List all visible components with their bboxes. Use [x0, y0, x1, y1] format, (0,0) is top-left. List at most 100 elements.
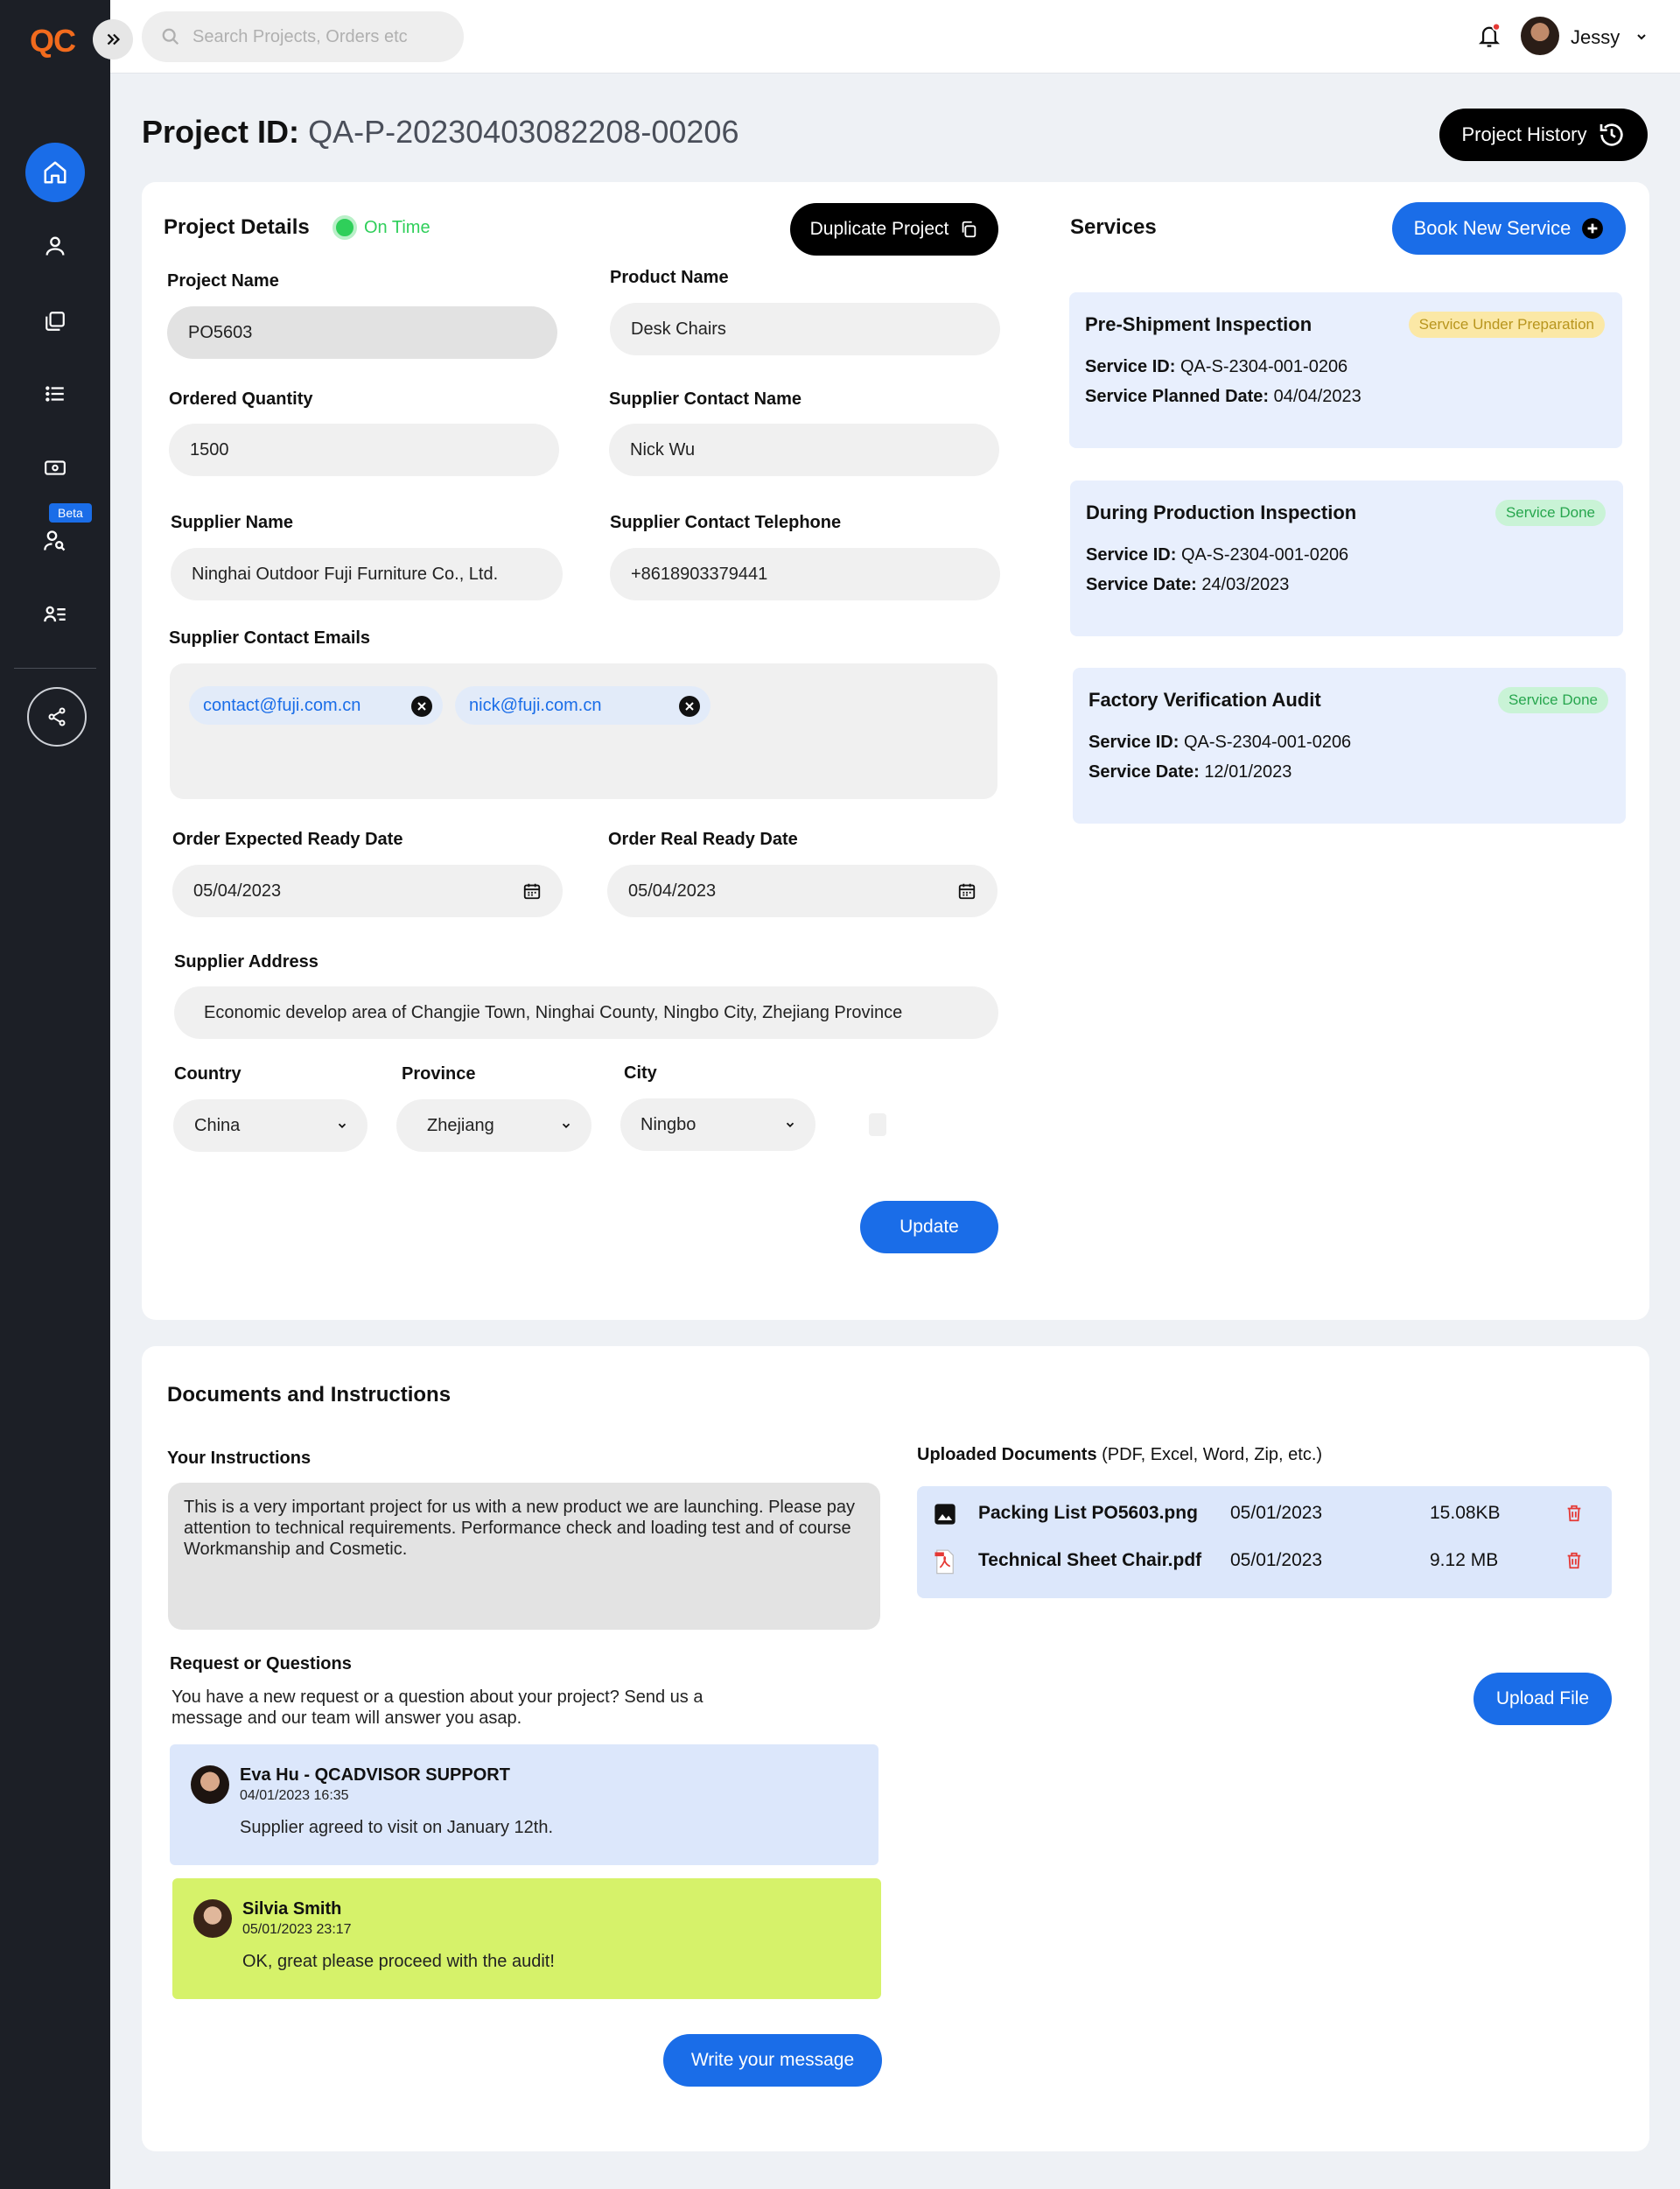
service-id-value: QA-S-2304-001-0206: [1180, 357, 1348, 376]
remove-email-button[interactable]: [411, 696, 432, 717]
sidebar-item-contacts[interactable]: [25, 585, 85, 644]
service-title: Pre-Shipment Inspection: [1085, 313, 1312, 335]
service-date-line: Service Date: 12/01/2023: [1088, 762, 1292, 782]
project-id: QA-P-20230403082208-00206: [308, 114, 739, 150]
service-id-line: Service ID: QA-S-2304-001-0206: [1088, 733, 1351, 753]
service-card[interactable]: During Production Inspection Service Don…: [1070, 481, 1623, 636]
service-id-line: Service ID: QA-S-2304-001-0206: [1086, 545, 1348, 565]
instructions-text: This is a very important project for us …: [184, 1498, 856, 1559]
province-label: Province: [402, 1064, 476, 1084]
project-history-label: Project History: [1461, 123, 1587, 145]
service-title: During Production Inspection: [1086, 502, 1357, 523]
product-name-field[interactable]: Desk Chairs: [610, 303, 1000, 355]
status-dot-icon: [332, 215, 357, 240]
share-button[interactable]: [27, 687, 87, 747]
trash-icon[interactable]: [1564, 1550, 1584, 1571]
close-icon: [685, 702, 694, 711]
sidebar-item-profile[interactable]: [25, 216, 85, 276]
uploaded-documents-list: Packing List PO5603.png 05/01/2023 15.08…: [917, 1486, 1612, 1598]
service-id-value: QA-S-2304-001-0206: [1180, 545, 1349, 565]
service-id-label: Service ID:: [1085, 357, 1176, 376]
page-title-prefix: Project ID:: [142, 114, 300, 150]
sidebar-item-home[interactable]: [25, 143, 85, 202]
duplicate-project-label: Duplicate Project: [809, 219, 949, 239]
services-title: Services: [1070, 215, 1157, 239]
sidebar-item-payments[interactable]: [25, 438, 85, 497]
search-bar[interactable]: [142, 11, 464, 62]
supplier-emails-field[interactable]: contact@fuji.com.cn nick@fuji.com.cn: [170, 663, 998, 799]
duplicate-project-button[interactable]: Duplicate Project: [790, 203, 998, 256]
search-icon: [162, 28, 179, 46]
instructions-textarea[interactable]: This is a very important project for us …: [168, 1483, 880, 1630]
update-button-label: Update: [900, 1217, 959, 1237]
write-message-button[interactable]: Write your message: [663, 2034, 882, 2087]
message-time: 04/01/2023 16:35: [240, 1788, 349, 1803]
service-date-label: Service Date:: [1088, 762, 1200, 782]
chevron-down-icon: [786, 1122, 794, 1127]
service-card[interactable]: Factory Verification Audit Service Done …: [1073, 668, 1626, 824]
document-name[interactable]: Packing List PO5603.png: [978, 1503, 1198, 1524]
service-date-line: Service Date: 24/03/2023: [1086, 575, 1289, 595]
plus-circle-icon: [1582, 218, 1604, 239]
city-select[interactable]: Ningbo: [620, 1098, 816, 1151]
document-size: 9.12 MB: [1430, 1550, 1499, 1570]
document-name[interactable]: Technical Sheet Chair.pdf: [978, 1550, 1201, 1571]
email-chip: nick@fuji.com.cn: [455, 686, 710, 725]
notifications-button[interactable]: [1477, 22, 1502, 53]
service-status-badge: Service Under Preparation: [1408, 312, 1605, 338]
page-title: Project ID: QA-P-20230403082208-00206: [142, 114, 738, 151]
service-card[interactable]: Pre-Shipment Inspection Service Under Pr…: [1069, 292, 1622, 448]
real-date-field[interactable]: 05/04/2023: [607, 865, 998, 917]
service-id-label: Service ID:: [1086, 545, 1177, 565]
trash-icon[interactable]: [1564, 1503, 1584, 1524]
instructions-label: Your Instructions: [167, 1449, 312, 1468]
service-date-value: 04/04/2023: [1273, 387, 1362, 406]
sidebar-item-inspector-search[interactable]: [25, 511, 85, 571]
service-id-label: Service ID:: [1088, 733, 1180, 752]
project-name-label: Project Name: [167, 271, 279, 291]
supplier-contact-name-field[interactable]: Nick Wu: [609, 424, 999, 476]
remove-email-button[interactable]: [679, 696, 700, 717]
update-button[interactable]: Update: [860, 1201, 998, 1253]
book-new-service-label: Book New Service: [1413, 217, 1572, 239]
expected-date-field[interactable]: 05/04/2023: [172, 865, 563, 917]
supplier-telephone-field[interactable]: +8618903379441: [610, 548, 1000, 600]
pdf-file-icon: [934, 1549, 954, 1575]
city-value: Ningbo: [640, 1114, 696, 1134]
chevrons-right-icon: [107, 33, 121, 46]
calendar-icon[interactable]: [957, 881, 976, 901]
chevron-down-icon[interactable]: [1634, 30, 1648, 44]
book-new-service-button[interactable]: Book New Service: [1392, 202, 1626, 255]
supplier-address-field[interactable]: Economic develop area of Changjie Town, …: [174, 986, 998, 1039]
ordered-quantity-field[interactable]: 1500: [169, 424, 559, 476]
document-row[interactable]: Technical Sheet Chair.pdf 05/01/2023 9.1…: [933, 1547, 1598, 1575]
user-name[interactable]: Jessy: [1571, 26, 1620, 49]
supplier-contact-name-label: Supplier Contact Name: [609, 389, 802, 409]
message-text: Supplier agreed to visit on January 12th…: [240, 1818, 553, 1837]
upload-file-button[interactable]: Upload File: [1474, 1673, 1612, 1725]
user-icon: [46, 236, 65, 256]
calendar-icon[interactable]: [522, 881, 542, 901]
requests-label: Request or Questions: [170, 1654, 352, 1673]
document-date: 05/01/2023: [1230, 1503, 1323, 1523]
sidebar-item-projects[interactable]: [25, 291, 85, 351]
country-select[interactable]: China: [173, 1099, 368, 1152]
message-item: Eva Hu - QCADVISOR SUPPORT 04/01/2023 16…: [170, 1744, 878, 1865]
history-icon: [1600, 123, 1623, 146]
supplier-name-field[interactable]: Ninghai Outdoor Fuji Furniture Co., Ltd.: [171, 548, 563, 600]
document-row[interactable]: Packing List PO5603.png 05/01/2023 15.08…: [933, 1500, 1598, 1526]
user-avatar[interactable]: [1521, 17, 1559, 55]
message-author: Silvia Smith: [242, 1899, 342, 1919]
status-on-time: On Time: [332, 215, 430, 240]
expand-sidebar-button[interactable]: [93, 19, 133, 60]
project-name-field[interactable]: PO5603: [167, 306, 557, 359]
sidebar-item-list[interactable]: [25, 364, 85, 424]
province-select[interactable]: Zhejiang: [396, 1099, 592, 1152]
ordered-quantity-label: Ordered Quantity: [169, 389, 313, 409]
service-date-line: Service Planned Date: 04/04/2023: [1085, 387, 1362, 407]
search-input[interactable]: [192, 26, 438, 47]
document-date: 05/01/2023: [1230, 1550, 1323, 1570]
project-history-button[interactable]: Project History: [1439, 109, 1648, 161]
supplier-address-label: Supplier Address: [174, 952, 318, 972]
city-label: City: [624, 1063, 657, 1083]
